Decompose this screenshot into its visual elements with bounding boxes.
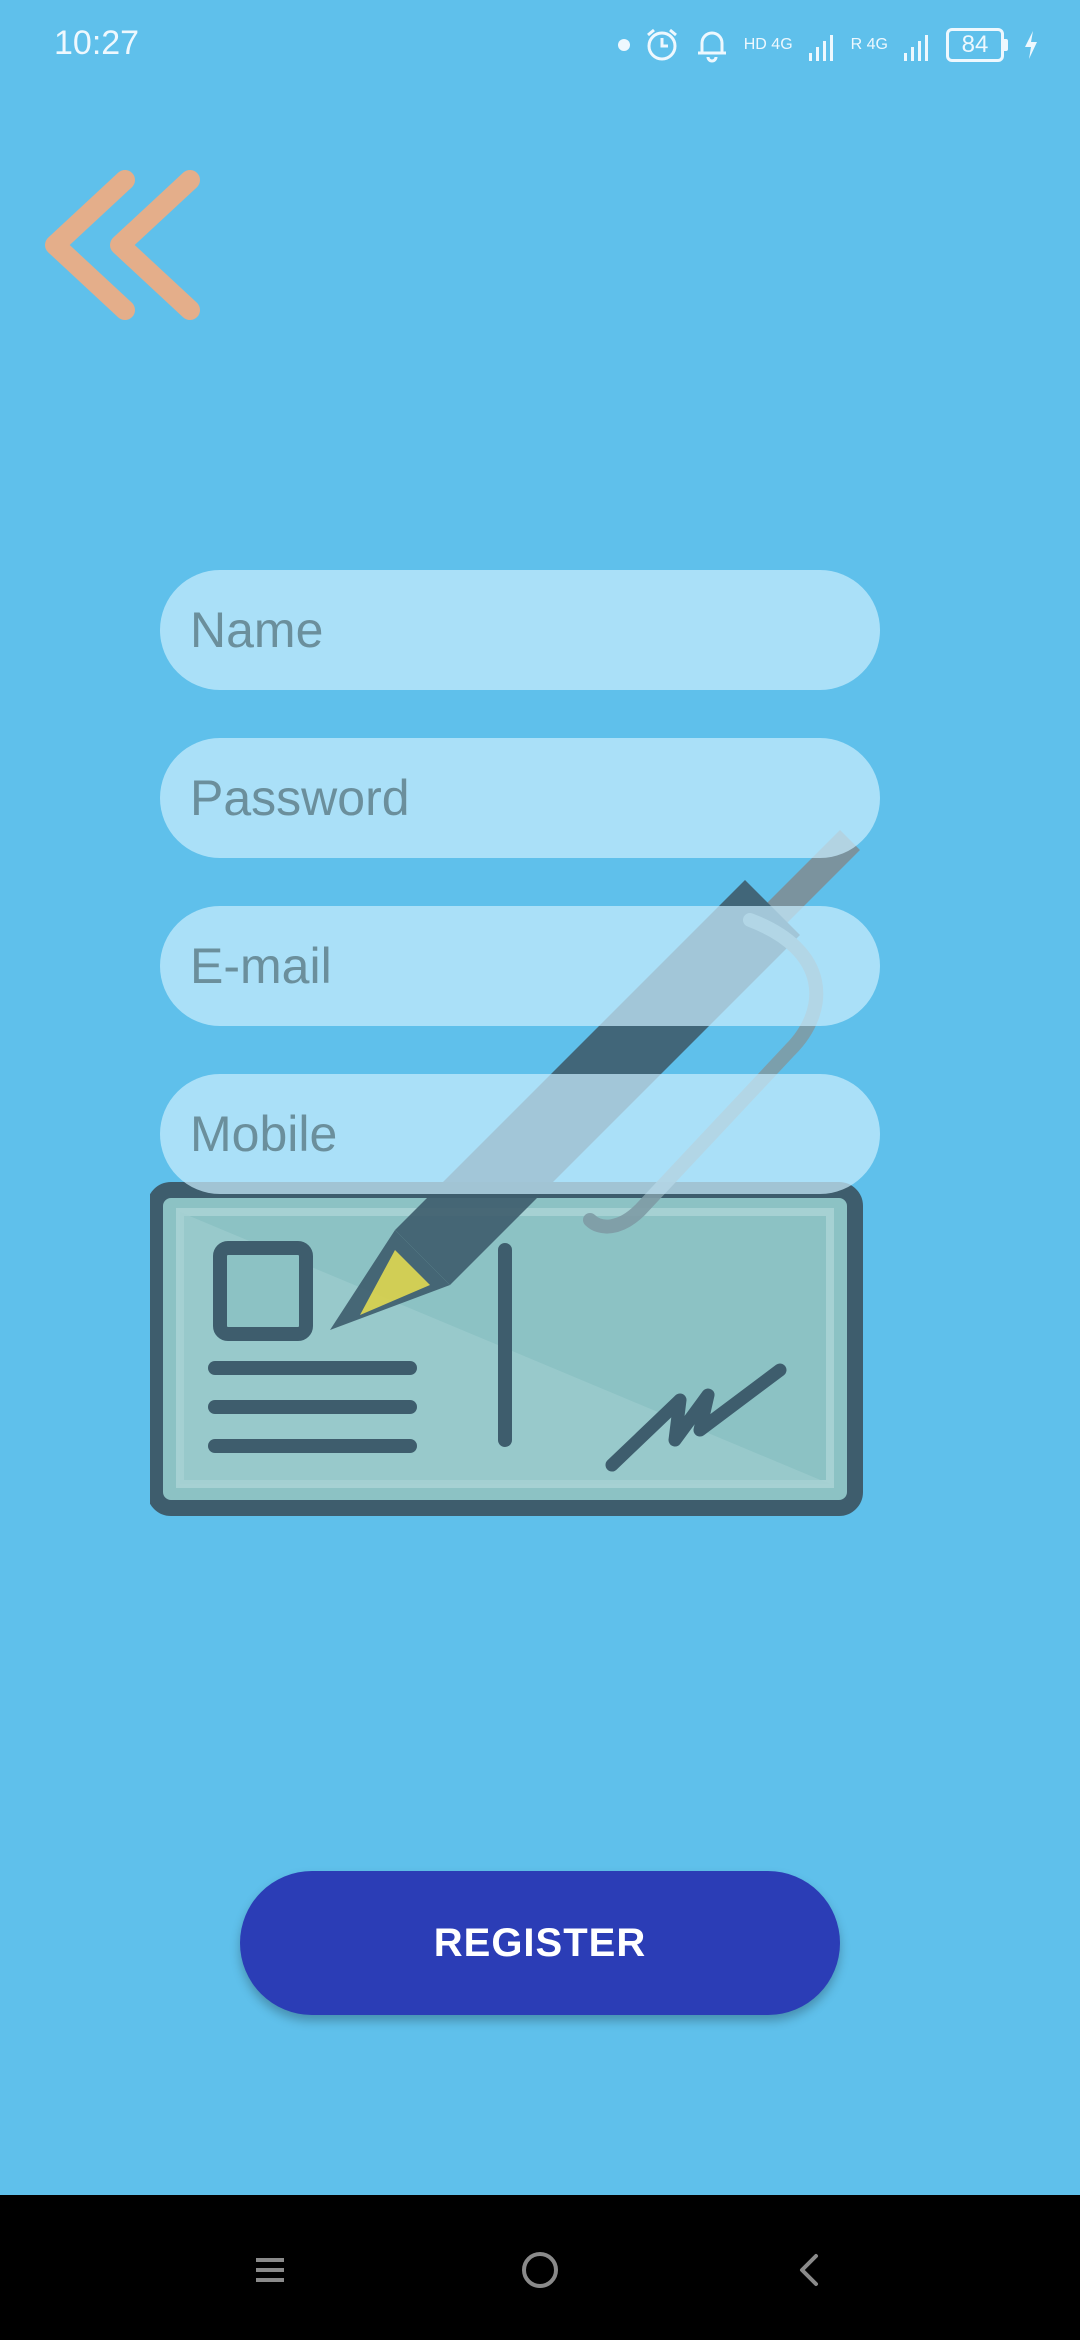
nav-home-button[interactable] <box>505 2235 575 2305</box>
status-icons: HD 4G R 4G 84 <box>617 20 1040 70</box>
name-input[interactable] <box>160 570 880 690</box>
signal-1-icon: HD 4G <box>744 37 793 53</box>
signal-1-hd-label: HD <box>743 36 767 53</box>
alarm-icon <box>646 28 677 61</box>
battery-level: 84 <box>946 28 1004 62</box>
email-input[interactable] <box>160 906 880 1026</box>
charging-icon <box>1025 31 1037 59</box>
status-time: 10:27 <box>54 24 140 62</box>
register-button[interactable]: REGISTER <box>240 1871 840 2015</box>
navigation-bar <box>0 2195 1080 2340</box>
signal-1-type: 4G <box>771 36 793 53</box>
password-input[interactable] <box>160 738 880 858</box>
notification-dot-icon <box>617 39 630 51</box>
signal-2-icon: R 4G <box>851 37 888 53</box>
status-bar: 10:27 HD 4G R 4G 84 <box>0 0 1080 90</box>
signal-bars-icon <box>808 35 833 61</box>
chevron-left-icon <box>800 2254 818 2286</box>
double-chevron-left-icon[interactable] <box>40 160 210 330</box>
bell-icon <box>697 31 726 63</box>
mobile-input[interactable] <box>160 1074 880 1194</box>
home-circle-icon <box>522 2252 558 2288</box>
roaming-label: R <box>850 36 863 53</box>
nav-menu-button[interactable] <box>235 2235 305 2305</box>
signal-2-type: 4G <box>866 36 888 53</box>
signal-bars-2-icon <box>904 35 928 61</box>
menu-icon <box>256 2258 284 2282</box>
nav-back-button[interactable] <box>775 2235 845 2305</box>
battery-icon: 84 <box>946 28 1008 62</box>
